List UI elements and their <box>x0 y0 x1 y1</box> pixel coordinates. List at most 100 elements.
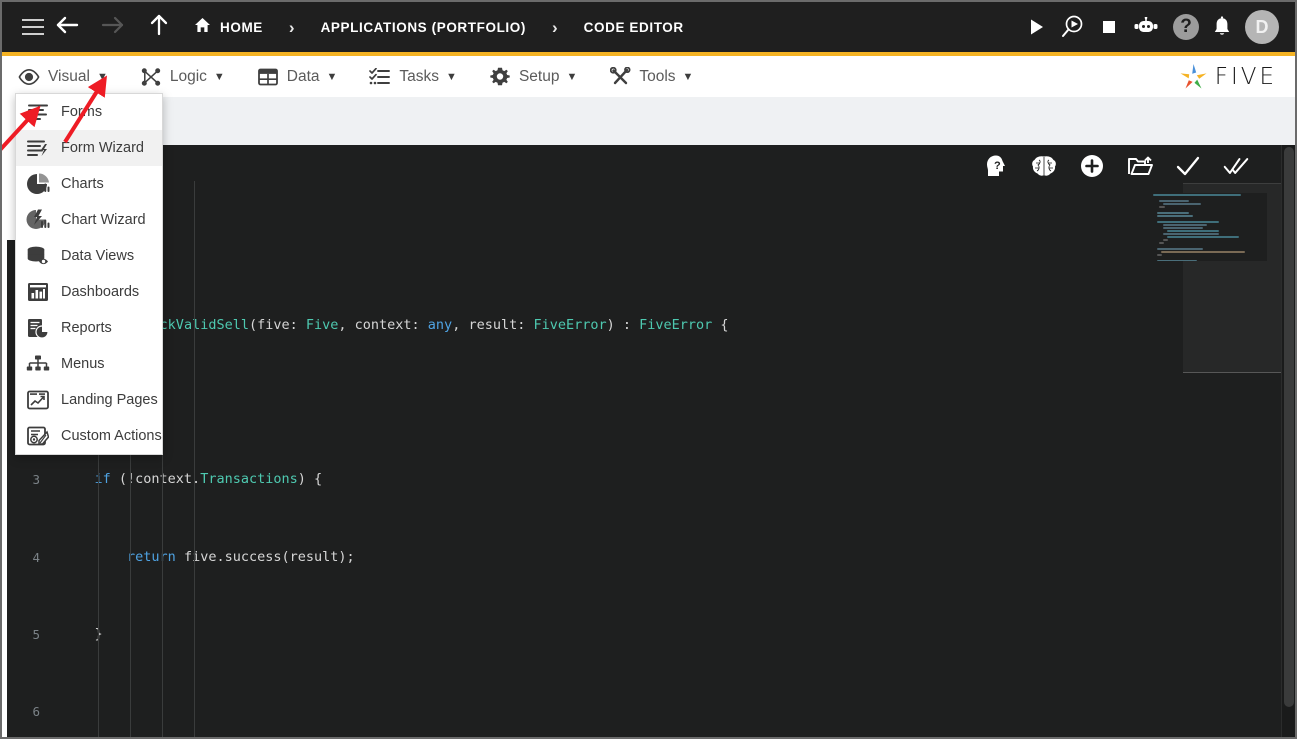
menu-item-tasks[interactable]: Tasks ▼ <box>369 56 457 97</box>
wrench-screwdriver-icon <box>609 66 631 88</box>
breadcrumb-item-applications[interactable]: APPLICATIONS (PORTFOLIO) <box>321 20 526 35</box>
breadcrumb-item-home[interactable]: HOME <box>220 20 263 35</box>
robot-icon[interactable] <box>1132 17 1160 37</box>
hamburger-icon[interactable] <box>22 19 44 35</box>
menu-item-visual-label: Visual <box>48 67 90 85</box>
dropdown-item-charts[interactable]: Charts <box>16 166 162 202</box>
pie-chart-icon <box>26 172 50 196</box>
forward-arrow-icon <box>90 15 136 40</box>
up-arrow-icon[interactable] <box>136 13 182 42</box>
editor-vertical-scrollbar[interactable] <box>1281 145 1295 737</box>
menu-item-visual[interactable]: Visual ▼ <box>18 56 108 97</box>
dropdown-item-forms-label: Forms <box>61 104 103 120</box>
chevron-down-icon: ▼ <box>566 70 578 83</box>
dropdown-item-reports[interactable]: Reports <box>16 310 162 346</box>
dropdown-item-chart-wizard[interactable]: Chart Wizard <box>16 202 162 238</box>
dropdown-item-charts-label: Charts <box>61 176 104 192</box>
home-icon <box>194 17 211 38</box>
chart-wizard-icon <box>26 208 50 232</box>
dropdown-item-forms[interactable]: Forms <box>16 94 162 130</box>
code-line: 6 <box>2 702 1162 721</box>
question-mark-icon[interactable]: ? <box>1173 14 1199 40</box>
line-content: return five.success(result); <box>127 548 355 565</box>
menu-item-data[interactable]: Data ▼ <box>257 56 338 97</box>
five-star-mark <box>1180 63 1207 88</box>
code-line: 5 } <box>2 625 1162 644</box>
double-check-icon[interactable] <box>1223 153 1249 179</box>
logic-nodes-icon <box>140 66 162 88</box>
menu-item-logic-label: Logic <box>169 67 207 85</box>
head-question-icon[interactable]: ? <box>983 153 1009 179</box>
code-editor-panel: ? checkValidSell(five: Five, context: an… <box>2 145 1295 737</box>
custom-actions-icon <box>26 424 50 448</box>
table-grid-icon <box>257 66 279 88</box>
dropdown-item-data-views[interactable]: Data Views <box>16 238 162 274</box>
dropdown-item-dashboards[interactable]: Dashboards <box>16 274 162 310</box>
code-text-area[interactable]: 1function checkValidSell(five: Five, con… <box>2 181 1162 737</box>
report-pie-icon <box>26 316 50 340</box>
svg-text:?: ? <box>994 160 1001 172</box>
dropdown-item-chart-wizard-label: Chart Wizard <box>61 212 146 228</box>
landing-page-icon <box>26 388 50 412</box>
top-header-bar: HOME › APPLICATIONS (PORTFOLIO) › CODE E… <box>2 2 1295 56</box>
back-arrow-icon[interactable] <box>44 15 90 40</box>
chevron-down-icon: ▼ <box>96 70 108 83</box>
breadcrumb-separator: › <box>288 17 295 37</box>
left-rail-dark <box>7 240 15 737</box>
visual-dropdown-menu: Forms Form Wizard Charts Chart Wizard Da <box>15 93 163 455</box>
chevron-down-icon: ▼ <box>682 70 694 83</box>
dropdown-item-custom-actions-label: Custom Actions <box>61 428 162 444</box>
menu-item-data-label: Data <box>286 67 320 85</box>
code-minimap[interactable] <box>1149 193 1267 261</box>
form-wizard-icon <box>26 136 50 160</box>
dropdown-item-dashboards-label: Dashboards <box>61 284 140 300</box>
avatar[interactable]: D <box>1245 10 1279 44</box>
plus-circle-icon[interactable] <box>1079 153 1105 179</box>
stop-square-icon[interactable] <box>1099 17 1119 37</box>
editor-header-band <box>2 97 1295 145</box>
menu-item-tasks-label: Tasks <box>399 67 440 85</box>
magnifier-play-icon[interactable] <box>1060 14 1086 40</box>
dropdown-item-menus-label: Menus <box>61 356 105 372</box>
chevron-down-icon: ▼ <box>446 70 457 83</box>
dropdown-item-form-wizard-label: Form Wizard <box>61 140 144 156</box>
line-content: } <box>62 625 103 642</box>
dropdown-item-menus[interactable]: Menus <box>16 346 162 382</box>
gear-icon <box>489 66 511 88</box>
play-icon[interactable] <box>1025 16 1047 38</box>
dashboard-bars-icon <box>26 280 50 304</box>
bell-icon[interactable] <box>1212 16 1232 38</box>
breadcrumb-separator: › <box>551 17 558 37</box>
line-content: function checkValidSell(five: Five, cont… <box>62 317 729 334</box>
main-menu-bar: Visual ▼ Logic ▼ Data ▼ Tasks ▼ Setup ▼ … <box>2 56 1295 97</box>
code-editor-toolbar: ? <box>983 153 1249 179</box>
database-eye-icon <box>26 244 50 268</box>
breadcrumb: HOME › APPLICATIONS (PORTFOLIO) › CODE E… <box>194 17 684 38</box>
menu-item-setup[interactable]: Setup ▼ <box>489 56 577 97</box>
check-icon[interactable] <box>1175 153 1201 179</box>
dropdown-item-landing-pages[interactable]: Landing Pages <box>16 382 162 418</box>
dropdown-item-custom-actions[interactable]: Custom Actions <box>16 418 162 454</box>
dropdown-item-form-wizard[interactable]: Form Wizard <box>16 130 162 166</box>
open-folder-icon[interactable] <box>1127 153 1153 179</box>
left-rail <box>2 97 15 737</box>
dropdown-item-landing-pages-label: Landing Pages <box>61 392 158 408</box>
brain-icon[interactable] <box>1031 153 1057 179</box>
dropdown-item-data-views-label: Data Views <box>61 248 135 264</box>
code-line: 3 if (!context.Transactions) { <box>2 470 1162 489</box>
menu-item-tools[interactable]: Tools ▼ <box>609 56 693 97</box>
forms-lines-icon <box>26 100 50 124</box>
chevron-down-icon: ▼ <box>213 70 225 83</box>
dropdown-item-reports-label: Reports <box>61 320 112 336</box>
code-line: 1function checkValidSell(five: Five, con… <box>2 316 1162 335</box>
eye-icon <box>18 66 40 88</box>
breadcrumb-item-code-editor[interactable]: CODE EDITOR <box>584 20 684 35</box>
app-window: HOME › APPLICATIONS (PORTFOLIO) › CODE E… <box>0 0 1297 739</box>
chevron-down-icon: ▼ <box>326 70 338 83</box>
checklist-icon <box>369 66 391 88</box>
line-content: if (!context.Transactions) { <box>94 471 323 488</box>
menu-item-setup-label: Setup <box>518 67 560 85</box>
scrollbar-thumb[interactable] <box>1284 147 1294 707</box>
menu-item-tools-label: Tools <box>639 67 676 85</box>
menu-item-logic[interactable]: Logic ▼ <box>140 56 225 97</box>
